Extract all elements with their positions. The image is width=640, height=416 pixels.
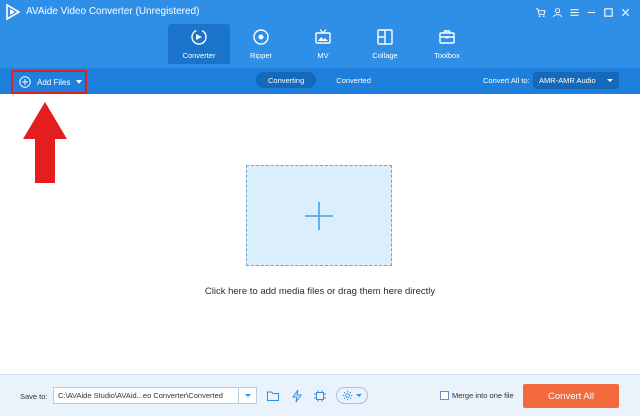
merge-checkbox[interactable] (440, 391, 449, 400)
gpu-acceleration-button[interactable] (311, 387, 329, 404)
convert-all-button[interactable]: Convert All (523, 384, 619, 408)
save-path-dropdown[interactable] (238, 388, 256, 403)
app-header: AVAide Video Converter (Unregistered) Co… (0, 0, 640, 68)
hardware-acceleration-button[interactable] (288, 387, 306, 404)
nav-tab-converter[interactable]: Converter (168, 24, 230, 64)
save-path-select[interactable]: C:\AVAide Studio\AVAid...eo Converter\Co… (53, 387, 257, 404)
chevron-down-icon (607, 79, 613, 82)
drop-instruction: Click here to add media files or drag th… (204, 286, 436, 297)
red-arrow-annotation-icon (23, 102, 67, 183)
output-format-value: AMR-AMR Audio (539, 76, 596, 85)
nav-tab-toolbox[interactable]: Toolbox (416, 24, 478, 64)
settings-button[interactable] (336, 387, 368, 404)
nav-label-collage: Collage (372, 51, 398, 60)
lightning-icon (292, 389, 302, 402)
chevron-down-icon (244, 394, 251, 397)
tab-converting[interactable]: Converting (256, 72, 317, 88)
save-to-label: Save to: (20, 392, 48, 401)
conversion-tabs: Converting Converted (256, 72, 383, 88)
main-nav: Converter Ripper MV Collage Toolbox (168, 24, 478, 64)
chip-icon (314, 389, 326, 402)
window-controls (532, 3, 634, 21)
maximize-icon[interactable] (600, 3, 617, 21)
close-icon[interactable] (617, 3, 634, 21)
converter-icon (190, 28, 208, 46)
user-icon[interactable] (549, 3, 566, 21)
output-format-select[interactable]: AMR-AMR Audio (533, 72, 619, 89)
nav-label-toolbox: Toolbox (434, 51, 460, 60)
convert-all-to-label: Convert All to: (483, 76, 530, 85)
bottom-bar: Save to: C:\AVAide Studio\AVAid...eo Con… (0, 374, 640, 416)
tv-icon (314, 28, 332, 46)
toolbox-icon (438, 28, 456, 46)
title-bar: AVAide Video Converter (Unregistered) (0, 0, 640, 24)
nav-label-converter: Converter (182, 51, 216, 60)
cart-icon[interactable] (532, 3, 549, 21)
plus-circle-icon (19, 76, 31, 88)
folder-icon (267, 391, 279, 401)
collage-icon (376, 28, 394, 46)
add-media-drop-zone[interactable] (246, 165, 392, 266)
plus-icon (305, 201, 333, 230)
tab-converted[interactable]: Converted (324, 72, 383, 88)
add-files-button[interactable]: Add Files (11, 70, 87, 94)
save-path-value: C:\AVAide Studio\AVAid...eo Converter\Co… (58, 391, 223, 400)
add-files-label: Add Files (37, 77, 71, 87)
minimize-icon[interactable] (583, 3, 600, 21)
toolbar: Add Files Converting Converted Convert A… (0, 68, 640, 94)
merge-label: Merge into one file (452, 391, 514, 400)
app-title: AVAide Video Converter (Unregistered) (26, 6, 200, 17)
app-logo-icon (6, 4, 20, 20)
chevron-down-icon (356, 394, 362, 397)
nav-label-mv: MV (317, 51, 329, 60)
nav-tab-collage[interactable]: Collage (354, 24, 416, 64)
disc-icon (252, 28, 270, 46)
open-folder-button[interactable] (264, 387, 282, 404)
gear-icon (342, 390, 353, 401)
nav-tab-mv[interactable]: MV (292, 24, 354, 64)
chevron-down-icon[interactable] (76, 80, 83, 84)
menu-icon[interactable] (566, 3, 583, 21)
nav-tab-ripper[interactable]: Ripper (230, 24, 292, 64)
nav-label-ripper: Ripper (249, 51, 273, 60)
